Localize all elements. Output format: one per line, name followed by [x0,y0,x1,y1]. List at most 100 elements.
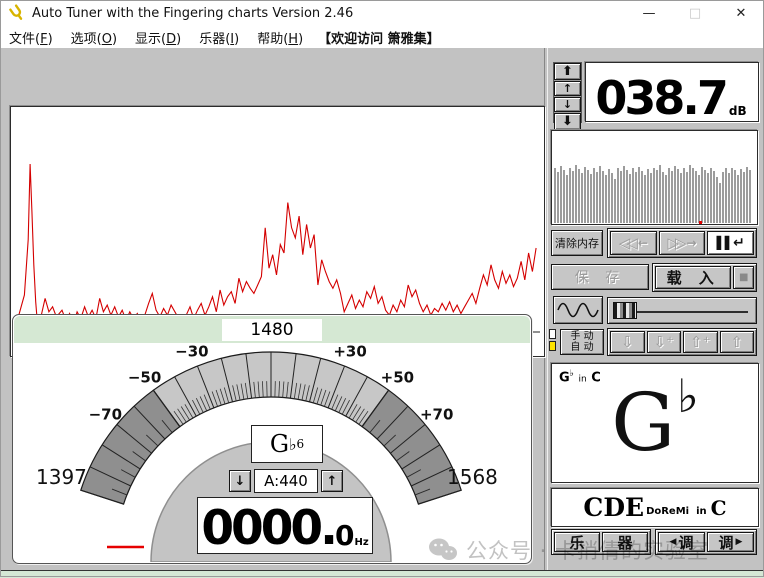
clear-memory-button[interactable]: 清除内存 [551,230,603,256]
meter-bar [692,168,694,223]
detected-note-box: G♭6 [251,425,323,463]
frequency-slider-frame [607,297,757,324]
window-title: Auto Tuner with the Fingering charts Ver… [32,6,353,21]
meter-bar [563,170,565,223]
db-unit: dB [729,104,747,118]
pause-button[interactable]: ▌▌↵ [707,231,754,255]
stop-square-button[interactable]: ■ [733,266,754,289]
solfege-panel: CDE DoReMi in C [551,488,759,527]
frequency-decimal: 0 [335,522,354,550]
meter-bar [740,169,742,223]
menu-item[interactable]: 显示(D) [126,28,190,47]
meter-bar [635,172,637,223]
instrument-button-1[interactable]: 乐 [554,532,600,552]
gain-down-button[interactable]: ↓ [554,97,581,112]
note-flat-sign: ♭ [289,435,297,454]
meter-bar [689,165,691,223]
pitch-down-button[interactable]: ⇩ [610,331,645,353]
meter-bar [620,171,622,223]
meter-bar [659,165,661,223]
note-letter: G [270,430,289,458]
key-up-button[interactable]: 调▶ [707,532,754,552]
instrument-button-2[interactable]: 器 [602,532,648,552]
db-value: 038.7 [595,77,726,121]
transport-group: ◁◁← ▷▷→ ▌▌↵ [607,228,757,258]
close-button[interactable]: ✕ [718,0,764,26]
lower-semitone-frequency: 1397 [36,465,87,489]
meter-bar [605,175,607,223]
menu-item[interactable]: 乐器(I) [190,28,248,47]
main-area: 0.5KHz1.01.52.02.5 1480 −70−50−30+30+50+… [0,48,764,570]
slider-handle[interactable] [613,302,637,319]
meter-bar [629,174,631,223]
load-button[interactable]: 载 入 [655,266,731,289]
meter-bar [701,167,703,223]
memory-level-meter [551,130,758,225]
sine-wave-icon [557,299,599,321]
meter-bar [725,168,727,223]
reference-down-button[interactable]: ↓ [229,470,251,492]
menu-welcome-text[interactable]: 【欢迎访问 箫雅集】 [312,28,446,47]
solfege-key: C [711,496,727,520]
pitch-up-button[interactable]: ⇧ [720,331,755,353]
pitch-shift-group: ⇩ ⇩⁺ ⇧⁺ ⇧ [607,328,757,356]
load-group: 载 入 ■ [652,263,757,292]
gain-up-button[interactable]: ↑ [554,81,581,96]
meter-bar [716,177,718,223]
meter-bar [662,172,664,223]
meter-bar [671,171,673,223]
meter-bar [590,174,592,223]
meter-bar [677,169,679,223]
meter-bar [614,179,616,223]
pitch-up-plus-button[interactable]: ⇧⁺ [683,331,718,353]
meter-bar [557,172,559,223]
meter-position-marker [699,221,702,224]
meter-bar [647,169,649,223]
menu-item[interactable]: 文件(F) [0,28,62,47]
key-down-button[interactable]: ◀调 [658,532,705,552]
svg-text:−70: −70 [89,406,122,424]
reference-pitch-row: ↓ A:440 ↑ [229,469,343,493]
gain-down-fast-button[interactable]: ⬇ [554,113,581,130]
big-note-glyph: G♭ [552,372,758,465]
meter-bar [680,173,682,223]
meter-bar [560,166,562,223]
maximize-button[interactable]: □ [672,0,718,26]
meter-bar [719,183,721,223]
gain-up-fast-button[interactable]: ⬆ [554,63,581,80]
meter-bar [602,171,604,223]
meter-bar [710,168,712,223]
menu-item[interactable]: 选项(O) [62,28,126,47]
meter-bar [608,169,610,223]
menu-item[interactable]: 帮助(H) [248,28,312,47]
meter-bar [632,168,634,223]
meter-bar [704,170,706,223]
minimize-button[interactable]: — [626,0,672,26]
frequency-unit: Hz [354,537,368,548]
meter-bar [731,168,733,223]
meter-bar [566,175,568,223]
manual-auto-toggle[interactable]: 手 动 自 动 [560,329,604,355]
svg-text:−50: −50 [128,369,161,387]
svg-text:+30: +30 [333,343,366,361]
meter-bar [641,171,643,223]
meter-bar [584,167,586,223]
meter-bar [674,166,676,223]
upper-semitone-frequency: 1568 [447,465,498,489]
meter-bar [593,168,595,223]
pitch-down-plus-button[interactable]: ⇩⁺ [647,331,682,353]
right-triangle-icon: ▶ [736,537,743,547]
meter-bar [686,172,688,223]
frequency-slider[interactable] [610,300,754,321]
save-button[interactable]: 保 存 [551,264,649,290]
sine-generator-button[interactable] [553,296,603,324]
cde-label: CDE [583,493,644,522]
meter-bar [728,173,730,223]
forward-button[interactable]: ▷▷→ [659,231,706,255]
rewind-button[interactable]: ◁◁← [610,231,657,255]
meter-bar [611,173,613,223]
reference-up-button[interactable]: ↑ [321,470,343,492]
svg-text:+70: +70 [420,406,453,424]
menu-bar: 文件(F)选项(O)显示(D)乐器(I)帮助(H)【欢迎访问 箫雅集】 [0,26,764,49]
meter-bar [713,171,715,223]
